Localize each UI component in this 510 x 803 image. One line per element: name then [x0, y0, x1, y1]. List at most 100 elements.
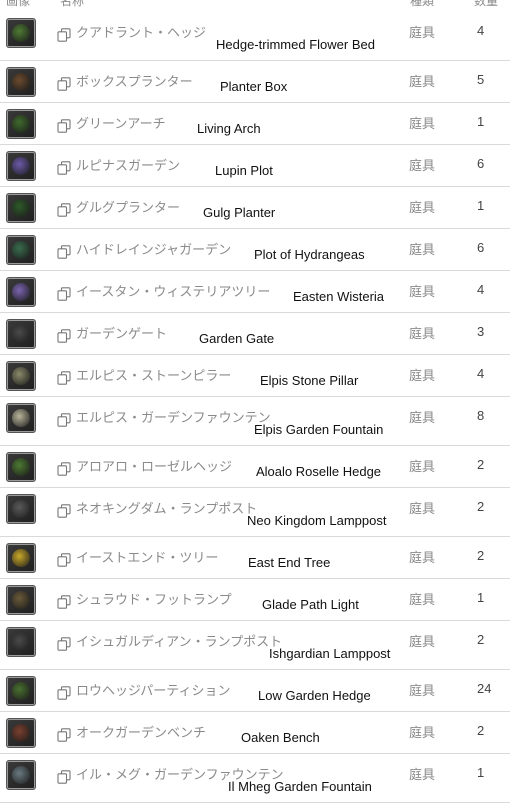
list-item[interactable]: ルピナスガーデン Lupin Plot 庭具 6	[0, 145, 510, 187]
item-category: 庭具	[409, 411, 436, 426]
item-category: 庭具	[409, 726, 436, 741]
item-thumbnail-icon	[6, 277, 36, 307]
item-thumbnail-icon	[6, 403, 36, 433]
copy-icon[interactable]	[57, 461, 71, 476]
item-category: 庭具	[409, 26, 436, 41]
copy-icon[interactable]	[57, 727, 71, 742]
item-name-japanese: エルピス・ガーデンファウンテン	[76, 411, 271, 426]
item-category: 庭具	[409, 75, 436, 90]
item-thumbnail-icon	[6, 760, 36, 790]
item-name-english: Easten Wisteria	[293, 289, 385, 304]
item-name-english: Elpis Garden Fountain	[254, 422, 384, 437]
item-thumbnail-icon	[6, 452, 36, 482]
copy-icon[interactable]	[57, 76, 71, 91]
item-quantity: 6	[477, 156, 485, 171]
list-item[interactable]: シュラウド・フットランプ Glade Path Light 庭具 1	[0, 579, 510, 621]
item-category: 庭具	[409, 159, 436, 174]
list-item[interactable]: ハイドレインジャガーデン Plot of Hydrangeas 庭具 6	[0, 229, 510, 271]
item-name-english: Gulg Planter	[203, 205, 276, 220]
list-item[interactable]: グルグプランター Gulg Planter 庭具 1	[0, 187, 510, 229]
item-name-english: Neo Kingdom Lamppost	[247, 513, 387, 528]
list-item[interactable]: イル・メグ・ガーデンファウンテン Il Mheg Garden Fountain 庭…	[0, 754, 510, 803]
list-item[interactable]: ロウヘッジパーティション Low Garden Hedge 庭具 24	[0, 670, 510, 712]
item-list: クアドラント・ヘッジ Hedge-trimmed Flower Bed 庭具 4 ボック…	[0, 12, 510, 803]
item-name-english: Il Mheg Garden Fountain	[228, 779, 372, 794]
copy-icon[interactable]	[57, 370, 71, 385]
item-category: 庭具	[409, 551, 436, 566]
item-name-japanese: イシュガルディアン・ランプポスト	[76, 635, 283, 650]
item-category: 庭具	[409, 684, 436, 699]
item-quantity: 4	[477, 366, 485, 381]
item-thumbnail-icon	[6, 585, 36, 615]
copy-icon[interactable]	[57, 552, 71, 567]
list-item[interactable]: グリーンアーチ Living Arch 庭具 1	[0, 103, 510, 145]
list-item[interactable]: オークガーデンベンチ Oaken Bench 庭具 2	[0, 712, 510, 754]
item-name-japanese: ルピナスガーデン	[76, 159, 181, 174]
item-name-english: East End Tree	[248, 555, 331, 570]
copy-icon[interactable]	[57, 769, 71, 784]
list-item[interactable]: イシュガルディアン・ランプポスト Ishgardian Lamppost 庭具 2	[0, 621, 510, 670]
item-quantity: 8	[477, 408, 485, 423]
list-item[interactable]: ガーデンゲート Garden Gate 庭具 3	[0, 313, 510, 355]
item-thumbnail-icon	[6, 676, 36, 706]
copy-icon[interactable]	[57, 118, 71, 133]
item-category: 庭具	[409, 593, 436, 608]
header-category-column: 種類	[410, 0, 435, 8]
list-item[interactable]: ボックスプランター Planter Box 庭具 5	[0, 61, 510, 103]
item-name-japanese: オークガーデンベンチ	[76, 726, 207, 741]
table-header: 画像 名称 種類 数量	[0, 0, 510, 12]
item-quantity: 3	[477, 324, 485, 339]
item-thumbnail-icon	[6, 361, 36, 391]
copy-icon[interactable]	[57, 27, 71, 42]
item-name-english: Glade Path Light	[262, 597, 359, 612]
copy-icon[interactable]	[57, 412, 71, 427]
list-item[interactable]: クアドラント・ヘッジ Hedge-trimmed Flower Bed 庭具 4	[0, 12, 510, 61]
item-quantity: 1	[477, 765, 485, 780]
item-thumbnail-icon	[6, 319, 36, 349]
item-quantity: 1	[477, 590, 485, 605]
item-name-english: Low Garden Hedge	[258, 688, 371, 703]
list-item[interactable]: イーストエンド・ツリー East End Tree 庭具 2	[0, 537, 510, 579]
item-name-japanese: シュラウド・フットランプ	[76, 593, 232, 608]
copy-icon[interactable]	[57, 286, 71, 301]
item-name-japanese: クアドラント・ヘッジ	[76, 26, 207, 41]
item-name-english: Hedge-trimmed Flower Bed	[216, 37, 375, 52]
copy-icon[interactable]	[57, 328, 71, 343]
item-category: 庭具	[409, 327, 436, 342]
copy-icon[interactable]	[57, 160, 71, 175]
item-thumbnail-icon	[6, 627, 36, 657]
copy-icon[interactable]	[57, 503, 71, 518]
list-item[interactable]: アロアロ・ローゼルヘッジ Aloalo Roselle Hedge 庭具 2	[0, 446, 510, 488]
item-quantity: 24	[477, 681, 492, 696]
list-item[interactable]: エルピス・ガーデンファウンテン Elpis Garden Fountain 庭具 8	[0, 397, 510, 446]
item-thumbnail-icon	[6, 193, 36, 223]
item-thumbnail-icon	[6, 543, 36, 573]
item-name-japanese: イースタン・ウィステリアツリー	[76, 285, 271, 300]
header-quantity-column: 数量	[474, 0, 499, 8]
item-category: 庭具	[409, 201, 436, 216]
copy-icon[interactable]	[57, 594, 71, 609]
copy-icon[interactable]	[57, 636, 71, 651]
copy-icon[interactable]	[57, 244, 71, 259]
item-category: 庭具	[409, 635, 436, 650]
list-item[interactable]: イースタン・ウィステリアツリー Easten Wisteria 庭具 4	[0, 271, 510, 313]
item-thumbnail-icon	[6, 494, 36, 524]
list-item[interactable]: エルピス・ストーンピラー Elpis Stone Pillar 庭具 4	[0, 355, 510, 397]
item-thumbnail-icon	[6, 18, 36, 48]
item-quantity: 2	[477, 548, 485, 563]
item-category: 庭具	[409, 768, 436, 783]
item-name-english: Elpis Stone Pillar	[260, 373, 359, 388]
copy-icon[interactable]	[57, 202, 71, 217]
item-name-japanese: ガーデンゲート	[76, 327, 168, 342]
item-name-english: Plot of Hydrangeas	[254, 247, 365, 262]
item-category: 庭具	[409, 502, 436, 517]
copy-icon[interactable]	[57, 685, 71, 700]
item-name-english: Planter Box	[220, 79, 288, 94]
header-icon-column: 画像	[6, 0, 31, 8]
item-quantity: 4	[477, 282, 485, 297]
item-thumbnail-icon	[6, 109, 36, 139]
item-quantity: 2	[477, 723, 485, 738]
list-item[interactable]: ネオキングダム・ランプポスト Neo Kingdom Lamppost 庭具 2	[0, 488, 510, 537]
item-name-japanese: ロウヘッジパーティション	[76, 684, 231, 699]
item-name-japanese: グリーンアーチ	[76, 117, 166, 132]
